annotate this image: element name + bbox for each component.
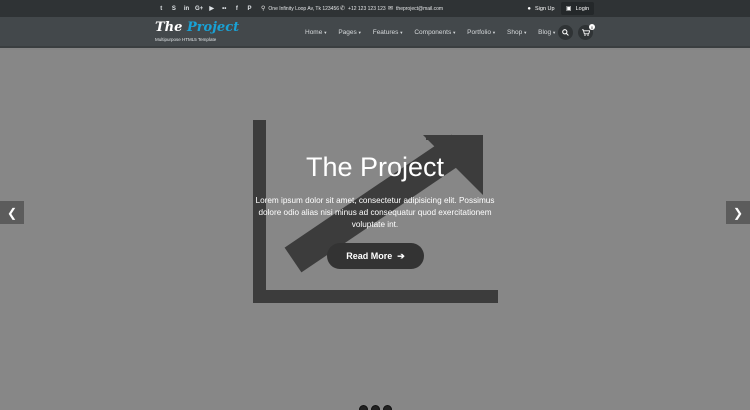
map-marker-icon: ⚲: [261, 6, 266, 12]
signup-label: Sign Up: [535, 5, 555, 12]
linkedin-icon[interactable]: in: [180, 0, 193, 17]
nav-item-pages[interactable]: Pages ▼: [338, 29, 361, 36]
arrow-right-icon: ➔: [397, 250, 405, 261]
slider-pagination: [359, 405, 395, 410]
slide-dot[interactable]: [371, 405, 380, 410]
phone-text: +12 123 123 123: [348, 5, 386, 12]
envelope-icon: ✉: [388, 6, 394, 12]
read-more-button[interactable]: Read More ➔: [327, 243, 424, 269]
slide-dot[interactable]: [359, 405, 368, 410]
nav-label: Features: [372, 29, 399, 36]
nav-item-blog[interactable]: Blog ▼: [538, 29, 556, 36]
chevron-left-icon: ❮: [6, 205, 18, 220]
skype-icon[interactable]: S: [168, 0, 181, 17]
logo[interactable]: The Project: [155, 20, 239, 35]
login-button[interactable]: ▣ Login: [561, 2, 594, 15]
pinterest-icon[interactable]: P: [243, 0, 256, 17]
shopping-cart-icon: [581, 29, 590, 36]
facebook-icon[interactable]: f: [231, 0, 244, 17]
caret-down-icon: ▼: [492, 30, 496, 35]
lock-icon: ▣: [565, 6, 572, 12]
top-bar: t S in G+ ▶ •• f P ⚲ One Infinity Loop A…: [0, 0, 750, 17]
nav-label: Home: [305, 29, 323, 36]
nav-item-home[interactable]: Home ▼: [305, 29, 327, 36]
logo-accent: Project: [186, 20, 240, 35]
social-links: t S in G+ ▶ •• f P: [155, 0, 256, 17]
nav-label: Pages: [338, 29, 357, 36]
next-slide-button[interactable]: ❯: [726, 201, 750, 224]
caret-down-icon: ▼: [357, 30, 362, 35]
phone-icon: ✆: [340, 6, 346, 12]
read-more-label: Read More: [346, 251, 393, 261]
cart-count-badge: 0: [589, 24, 595, 30]
caret-down-icon: ▼: [323, 30, 328, 35]
logo-prefix: The: [155, 20, 183, 35]
login-label: Login: [575, 5, 590, 12]
address-text: One Infinity Loop Av, Tk 123456: [268, 5, 340, 12]
youtube-icon[interactable]: ▶: [205, 0, 218, 17]
search-icon: [562, 29, 569, 36]
nav-item-shop[interactable]: Shop ▼: [507, 29, 527, 36]
user-icon: ●: [527, 5, 532, 12]
caret-down-icon: ▼: [399, 30, 404, 35]
caret-down-icon: ▼: [552, 30, 557, 35]
google-plus-icon[interactable]: G+: [193, 0, 206, 17]
signup-button[interactable]: ● Sign Up: [523, 2, 559, 15]
search-button[interactable]: [558, 25, 573, 40]
main-nav: Home ▼ Pages ▼ Features ▼ Components ▼ Portf…: [305, 17, 567, 48]
slide-dot[interactable]: [383, 405, 392, 410]
nav-item-portfolio[interactable]: Portfolio ▼: [467, 29, 496, 36]
hero-text: Lorem ipsum dolor sit amet, consectetur …: [255, 196, 495, 229]
email-text[interactable]: theproject@mail.com: [396, 6, 443, 12]
nav-item-features[interactable]: Features ▼: [373, 29, 404, 36]
nav-label: Shop: [507, 29, 523, 36]
prev-slide-button[interactable]: ❮: [0, 201, 24, 224]
nav-label: Blog: [538, 29, 552, 36]
twitter-icon[interactable]: t: [155, 0, 168, 17]
address-info: ⚲ One Infinity Loop Av, Tk 123456: [261, 0, 339, 17]
tagline: Multipurpose HTML5 Template: [155, 37, 217, 42]
caret-down-icon: ▼: [523, 30, 528, 35]
phone-info: ✆ +12 123 123 123: [340, 0, 386, 17]
nav-label: Portfolio: [467, 29, 492, 36]
hero-title: The Project: [305, 152, 445, 182]
flickr-icon[interactable]: ••: [218, 0, 231, 17]
nav-label: Components: [414, 29, 452, 36]
caret-down-icon: ▼: [452, 30, 457, 35]
email-info: ✉ theproject@mail.com: [388, 0, 443, 17]
chevron-right-icon: ❯: [732, 205, 744, 220]
nav-item-components[interactable]: Components ▼: [414, 29, 456, 36]
